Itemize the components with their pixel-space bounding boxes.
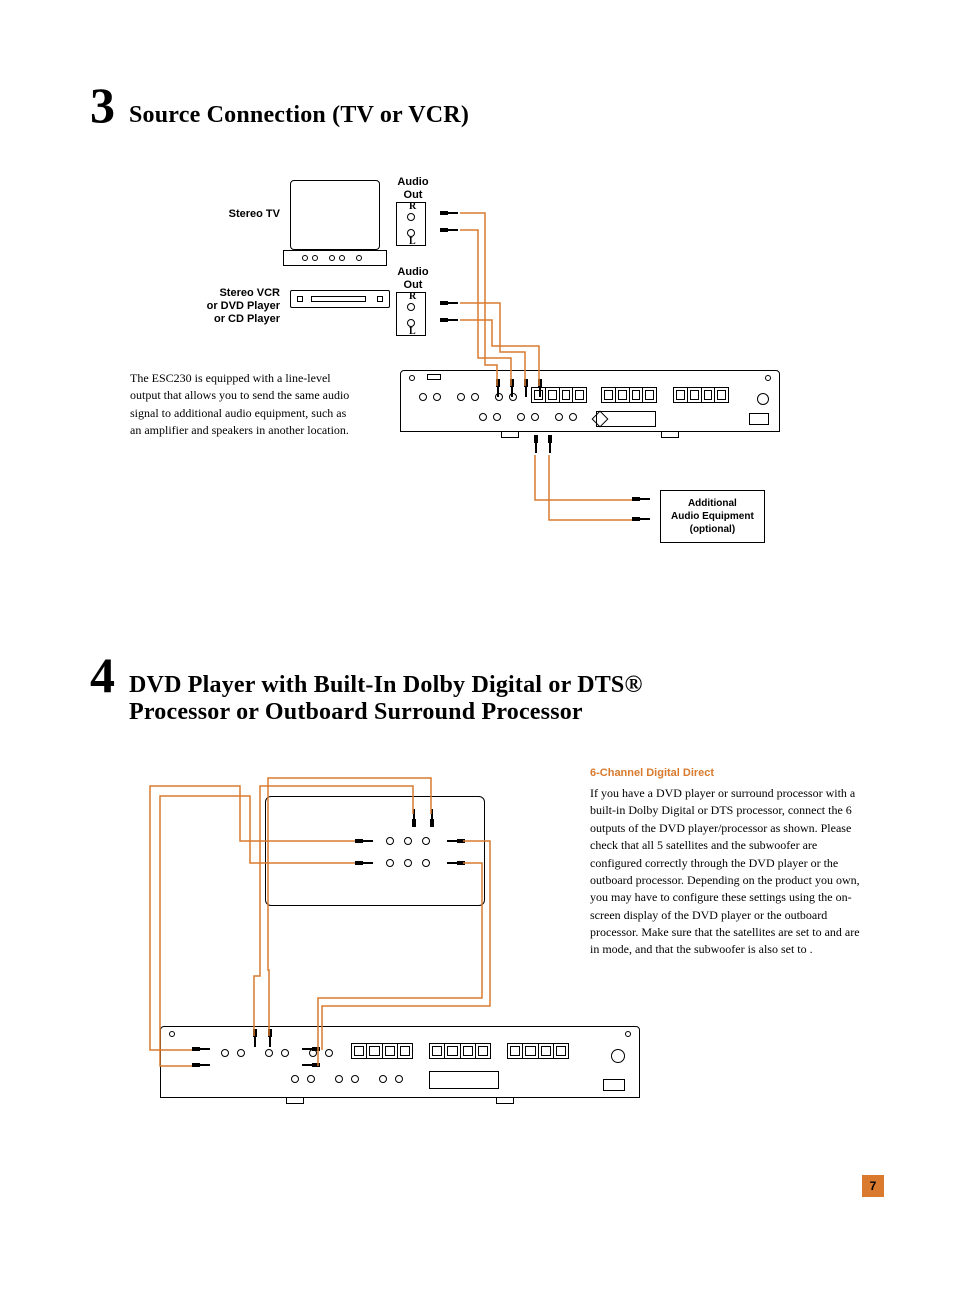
diagram-source-connection: Stereo TV Audio Out R L Stereo VCR or DV… — [90, 170, 864, 580]
section-4-subhead: 6-Channel Digital Direct — [590, 766, 870, 782]
section-3-title: Source Connection (TV or VCR) — [129, 102, 469, 129]
section-4-body: If you have a DVD player or surround pro… — [590, 785, 870, 959]
section-3-heading: 3 Source Connection (TV or VCR) — [90, 80, 864, 130]
section-4: 4 DVD Player with Built-In Dolby Digital… — [90, 650, 864, 1196]
section-4-heading: 4 DVD Player with Built-In Dolby Digital… — [90, 650, 864, 726]
section-4-text-block: 6-Channel Digital Direct If you have a D… — [590, 766, 870, 959]
section-3: 3 Source Connection (TV or VCR) Stereo T… — [90, 80, 864, 580]
section-3-number: 3 — [90, 80, 115, 130]
section-4-number: 4 — [90, 650, 115, 700]
wiring-svg — [90, 170, 870, 570]
diagram-dvd-processor: 6-Channel Digital Direct If you have a D… — [90, 766, 864, 1196]
page-number: 7 — [862, 1175, 884, 1197]
section-4-title: DVD Player with Built-In Dolby Digital o… — [129, 672, 689, 726]
